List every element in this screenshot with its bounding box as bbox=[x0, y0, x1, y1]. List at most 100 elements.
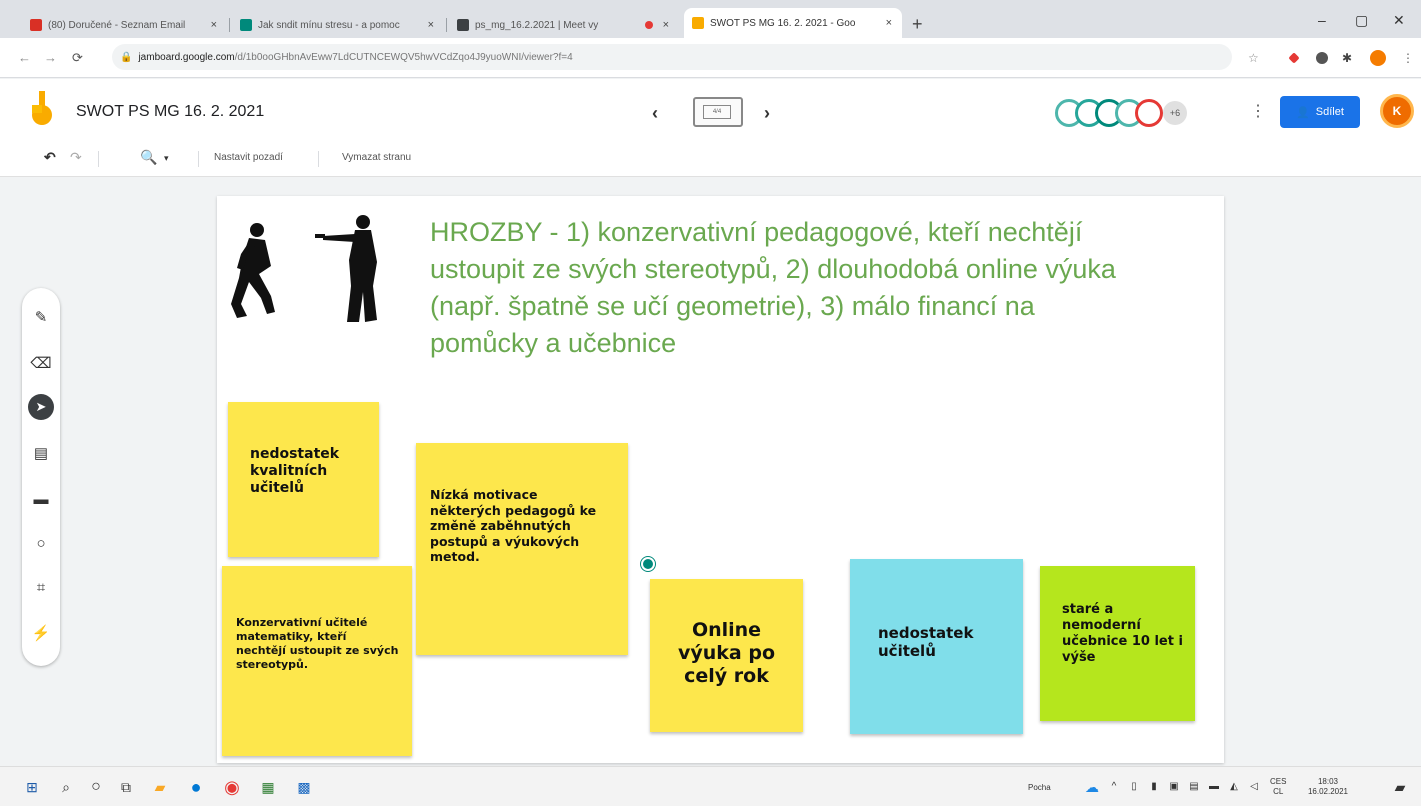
sticky-note[interactable]: Konzervativní učitelé matematiky, kteří … bbox=[222, 566, 412, 756]
minimize-button[interactable]: – bbox=[1318, 12, 1326, 28]
threats-heading[interactable]: HROZBY - 1) konzervativní pedagogové, kt… bbox=[430, 214, 1150, 362]
redo-icon[interactable]: ↷ bbox=[70, 149, 82, 166]
tab-article[interactable]: Jak sndit mínu stresu - a pomoc × bbox=[232, 12, 444, 38]
input-language-indicator[interactable]: CES CL bbox=[1270, 777, 1286, 797]
maximize-button[interactable]: ▢ bbox=[1355, 12, 1368, 29]
sticky-note-text: Online výuka po celý rok bbox=[677, 619, 776, 687]
undo-icon[interactable]: ↶ bbox=[44, 149, 56, 166]
select-tool-icon[interactable]: ➤ bbox=[22, 392, 60, 422]
tab-divider bbox=[229, 18, 230, 32]
zoom-icon[interactable]: 🔍 bbox=[140, 149, 157, 166]
weather-text[interactable]: Pocha bbox=[1028, 783, 1051, 793]
frame-indicator: 4/4 bbox=[703, 105, 731, 119]
collaborator-avatar[interactable] bbox=[1135, 99, 1163, 127]
recording-indicator-icon bbox=[644, 21, 653, 29]
browser-tab-strip: (80) Doručené - Seznam Email × Jak sndit… bbox=[0, 0, 1421, 38]
windows-taskbar: ⊞ ⌕ ○ ⧉ ▰ ● ◉ ▦ ▩ Pocha ☁ ^ ▯ ▮ ▣ ▤ ▬ ◭ … bbox=[0, 766, 1421, 806]
canvas-area: ✎ ⌫ ➤ ▤ ▬ ○ ⌗ ⚡ HROZBY - 1) konzervativn… bbox=[0, 178, 1421, 766]
tool-palette: ✎ ⌫ ➤ ▤ ▬ ○ ⌗ ⚡ bbox=[22, 288, 60, 666]
sticky-note-text: Nízká motivace některých pedagogů ke změ… bbox=[430, 487, 597, 564]
cortana-icon[interactable]: ○ bbox=[86, 777, 106, 797]
tray-app-icon[interactable]: ▣ bbox=[1164, 777, 1184, 797]
new-tab-button[interactable]: + bbox=[912, 14, 923, 35]
share-button[interactable]: 👤 Sdílet bbox=[1280, 96, 1360, 128]
sticky-note-text: staré a nemoderní učebnice 10 let i výše bbox=[1062, 602, 1183, 665]
frame-bar-button[interactable]: 4/4 bbox=[693, 97, 743, 127]
share-button-label: Sdílet bbox=[1315, 106, 1344, 118]
laser-tool-icon[interactable]: ⚡ bbox=[22, 618, 60, 648]
volume-icon[interactable]: ◁ bbox=[1244, 777, 1264, 797]
battery-icon[interactable]: ▬ bbox=[1204, 777, 1224, 797]
close-tab-icon[interactable]: × bbox=[211, 19, 217, 31]
circle-shape-tool-icon[interactable]: ○ bbox=[22, 528, 60, 558]
close-tab-icon[interactable]: × bbox=[886, 17, 892, 29]
close-tab-icon[interactable]: × bbox=[663, 19, 669, 31]
close-tab-icon[interactable]: × bbox=[428, 19, 434, 31]
extension-icon[interactable] bbox=[1316, 52, 1328, 64]
tab-title: (80) Doručené - Seznam Email bbox=[48, 19, 186, 31]
tray-chevron-icon[interactable]: ^ bbox=[1104, 777, 1124, 797]
url-domain: jamboard.google.com bbox=[138, 51, 235, 63]
clock[interactable]: 18:03 16.02.2021 bbox=[1298, 777, 1358, 797]
close-window-button[interactable]: ✕ bbox=[1393, 12, 1405, 29]
sticky-note[interactable]: nedostatek kvalitních učitelů bbox=[228, 402, 379, 557]
tab-jamboard[interactable]: SWOT PS MG 16. 2. 2021 - Goo × bbox=[684, 8, 902, 38]
profile-icon[interactable] bbox=[1370, 50, 1386, 66]
tab-email[interactable]: (80) Doručené - Seznam Email × bbox=[22, 12, 227, 38]
jamboard-frame[interactable]: HROZBY - 1) konzervativní pedagogové, kt… bbox=[217, 196, 1224, 763]
back-arrow-icon[interactable]: ← bbox=[18, 50, 31, 65]
url-path: /d/1b0ooGHbnAvEww7LdCUTNCEWQV5hwVCdZqo4J… bbox=[234, 51, 573, 63]
task-view-icon[interactable]: ⧉ bbox=[116, 777, 136, 797]
edge-browser-icon[interactable]: ● bbox=[186, 777, 206, 797]
clock-date: 16.02.2021 bbox=[1307, 787, 1349, 796]
search-icon[interactable]: ⌕ bbox=[56, 777, 76, 797]
meet-favicon-icon bbox=[457, 19, 469, 31]
extensions-puzzle-icon[interactable]: ✱ bbox=[1342, 52, 1354, 64]
word-icon[interactable]: ▩ bbox=[294, 777, 314, 797]
clear-frame-button[interactable]: Vymazat stranu bbox=[342, 152, 411, 163]
pen-tool-icon[interactable]: ✎ bbox=[22, 302, 60, 332]
more-options-icon[interactable]: ⋮ bbox=[1250, 101, 1266, 121]
image-tool-icon[interactable]: ▬ bbox=[22, 484, 60, 514]
document-title[interactable]: SWOT PS MG 16. 2. 2021 bbox=[76, 103, 264, 121]
tab-title: Jak sndit mínu stresu - a pomoc bbox=[258, 19, 400, 31]
browser-toolbar: ← → ⟳ 🔒 jamboard.google.com /d/1b0ooGHbn… bbox=[0, 38, 1421, 78]
clock-time: 18:03 bbox=[1317, 777, 1339, 786]
chrome-browser-icon[interactable]: ◉ bbox=[222, 777, 242, 797]
sticky-note[interactable]: Nízká motivace některých pedagogů ke změ… bbox=[416, 443, 628, 655]
sticky-note[interactable]: Online výuka po celý rok bbox=[650, 579, 803, 732]
file-explorer-icon[interactable]: ▰ bbox=[150, 777, 170, 797]
menu-kebab-icon[interactable]: ⋮ bbox=[1402, 52, 1414, 64]
extension-icon[interactable] bbox=[1288, 52, 1300, 64]
set-background-button[interactable]: Nastavit pozadí bbox=[214, 152, 283, 163]
network-icon[interactable]: ◭ bbox=[1224, 777, 1244, 797]
windows-start-icon[interactable]: ⊞ bbox=[22, 777, 42, 797]
user-avatar[interactable]: K bbox=[1380, 94, 1414, 128]
collaborator-cursor-icon bbox=[641, 557, 655, 571]
zoom-dropdown-icon[interactable]: ▾ bbox=[164, 153, 169, 164]
tab-meet[interactable]: ps_mg_16.2.2021 | Meet vy × bbox=[449, 12, 679, 38]
keyboard-layout: CL bbox=[1273, 787, 1284, 796]
forward-arrow-icon[interactable]: → bbox=[44, 50, 57, 65]
more-collaborators-badge[interactable]: +6 bbox=[1163, 101, 1187, 125]
article-favicon-icon bbox=[240, 19, 252, 31]
eraser-tool-icon[interactable]: ⌫ bbox=[22, 348, 60, 378]
sticky-note[interactable]: nedostatek učitelů bbox=[850, 559, 1023, 734]
tray-app-icon[interactable]: ▯ bbox=[1124, 777, 1144, 797]
tray-app-icon[interactable]: ▮ bbox=[1144, 777, 1164, 797]
tab-title: SWOT PS MG 16. 2. 2021 - Goo bbox=[710, 17, 856, 29]
app-icon[interactable]: ▦ bbox=[258, 777, 278, 797]
previous-frame-button[interactable]: ‹ bbox=[652, 103, 658, 124]
address-bar[interactable]: 🔒 jamboard.google.com /d/1b0ooGHbnAvEww7… bbox=[112, 44, 1232, 70]
next-frame-button[interactable]: › bbox=[764, 103, 770, 124]
lock-icon: 🔒 bbox=[120, 51, 133, 63]
tray-app-icon[interactable]: ▤ bbox=[1184, 777, 1204, 797]
sticky-note-tool-icon[interactable]: ▤ bbox=[22, 438, 60, 468]
bookmark-star-icon[interactable]: ☆ bbox=[1248, 52, 1260, 64]
text-box-tool-icon[interactable]: ⌗ bbox=[22, 572, 60, 602]
sticky-note[interactable]: staré a nemoderní učebnice 10 let i výše bbox=[1040, 566, 1195, 721]
onedrive-icon[interactable]: ☁ bbox=[1082, 777, 1102, 797]
notification-center-icon[interactable]: ▰ bbox=[1390, 777, 1410, 797]
reload-icon[interactable]: ⟳ bbox=[72, 50, 83, 66]
board-toolbar: ↶ ↷ 🔍 ▾ Nastavit pozadí Vymazat stranu bbox=[0, 141, 1421, 177]
